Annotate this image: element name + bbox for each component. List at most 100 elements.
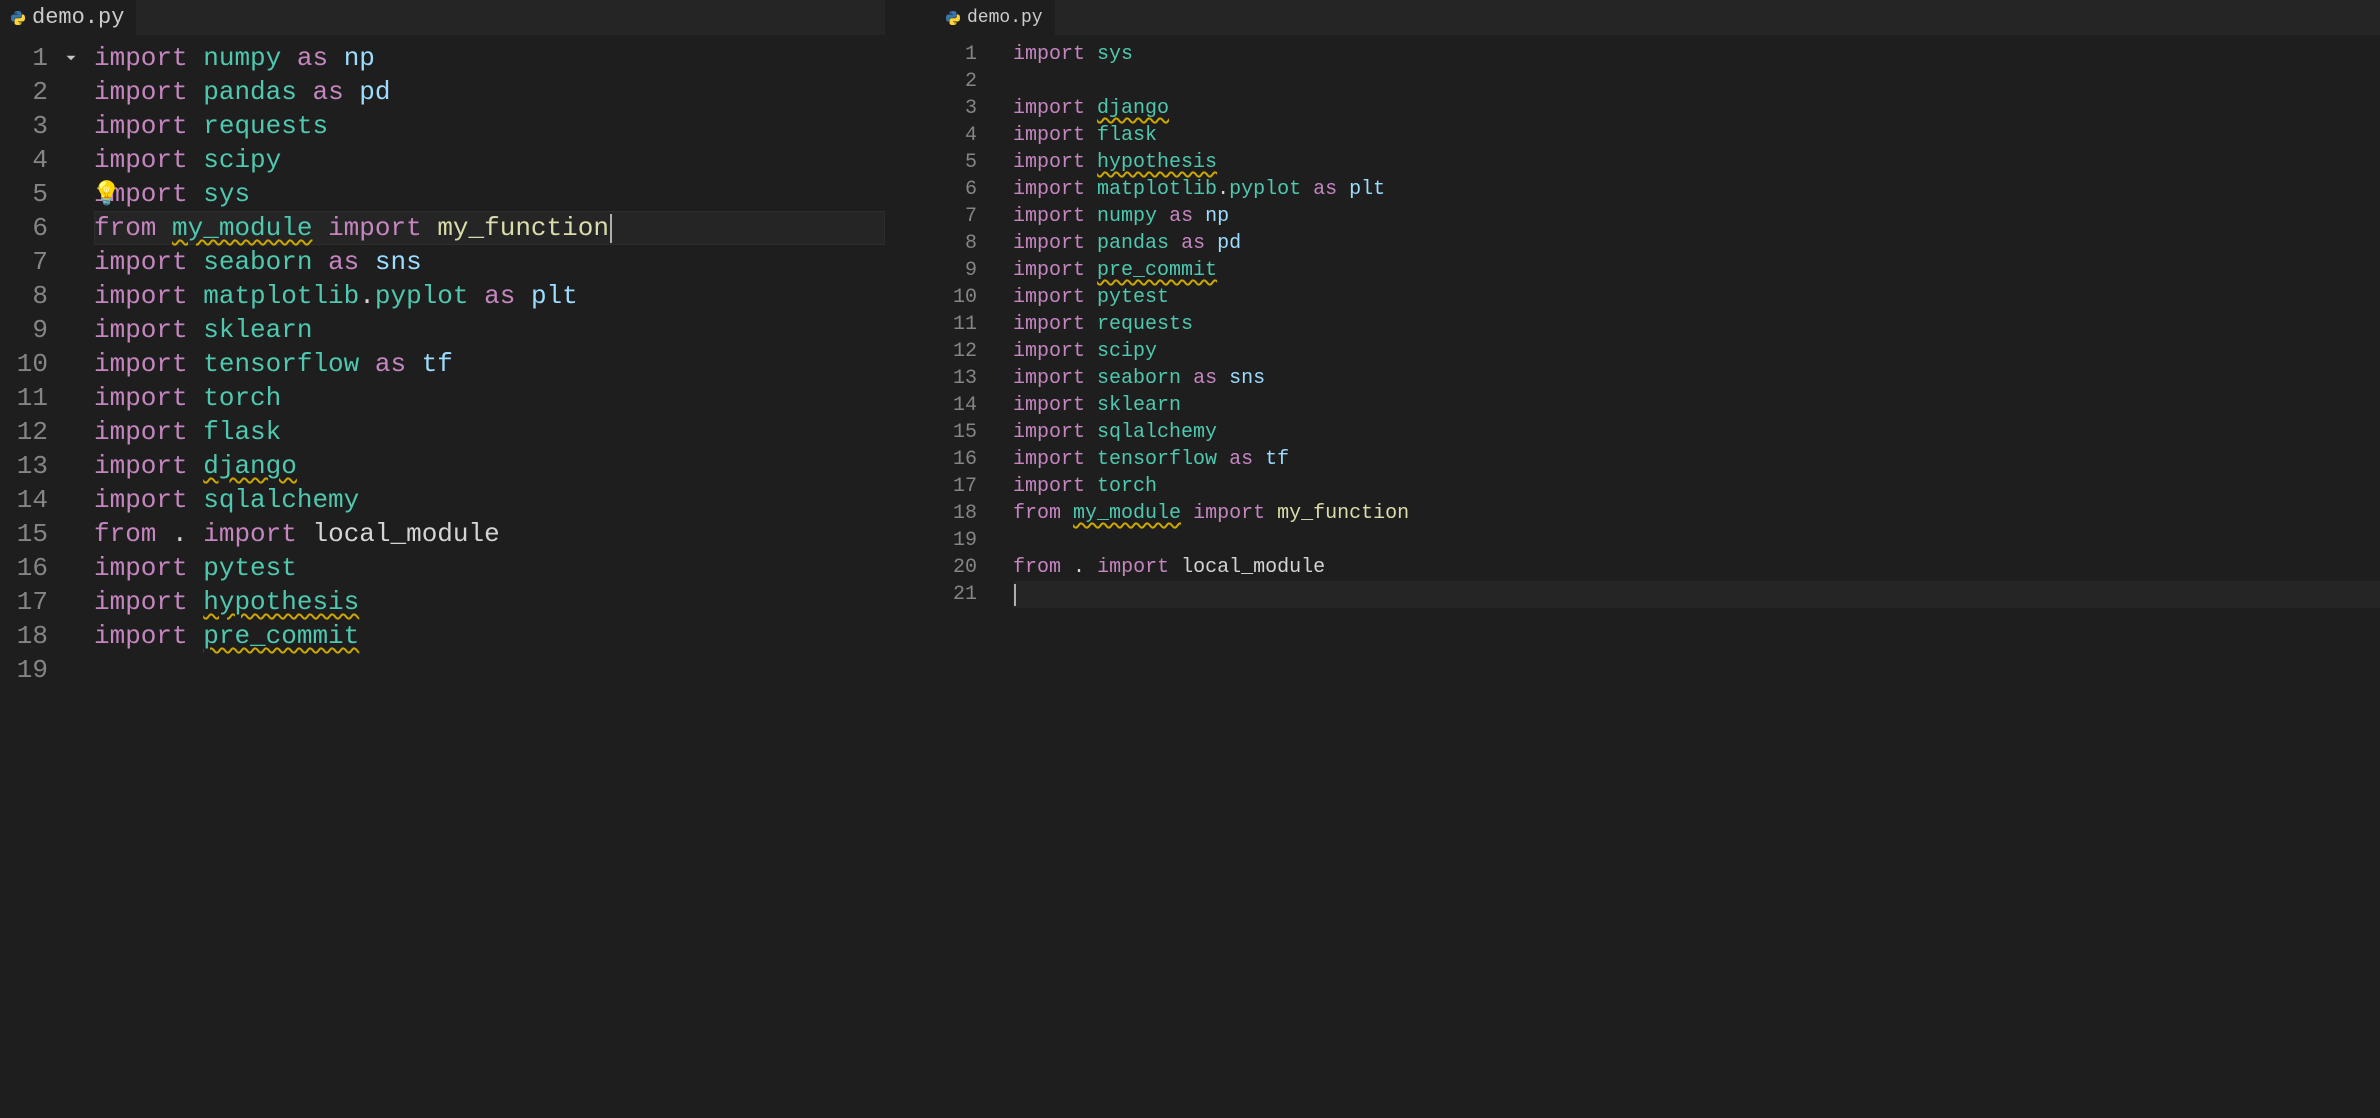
- line-number[interactable]: 16: [0, 551, 58, 585]
- line-number[interactable]: 19: [0, 653, 58, 687]
- line-number[interactable]: 10: [0, 347, 58, 381]
- code-line[interactable]: from my_module import my_function: [1013, 500, 2380, 527]
- code-line[interactable]: import requests: [1013, 311, 2380, 338]
- code-line[interactable]: import sqlalchemy: [1013, 419, 2380, 446]
- line-number[interactable]: 6: [935, 176, 987, 203]
- tab-filename: demo.py: [32, 5, 124, 30]
- code-line[interactable]: import scipy: [94, 143, 885, 177]
- code-line[interactable]: import scipy: [1013, 338, 2380, 365]
- code-line[interactable]: import pre_commit: [1013, 257, 2380, 284]
- code-line[interactable]: from . import local_module: [94, 517, 885, 551]
- line-number[interactable]: 21: [935, 581, 987, 608]
- code-area[interactable]: 12345678910111213141516171819 import num…: [0, 35, 885, 1118]
- code-line[interactable]: import numpy as np: [1013, 203, 2380, 230]
- code-line[interactable]: import tensorflow as tf: [1013, 446, 2380, 473]
- code-line[interactable]: import hypothesis: [1013, 149, 2380, 176]
- code-line[interactable]: import pandas as pd: [1013, 230, 2380, 257]
- lightbulb-icon[interactable]: 💡: [92, 179, 121, 213]
- line-number[interactable]: 15: [935, 419, 987, 446]
- code-line[interactable]: import pytest: [94, 551, 885, 585]
- line-number[interactable]: 1: [935, 41, 987, 68]
- line-number[interactable]: 2: [935, 68, 987, 95]
- line-number[interactable]: 5: [0, 177, 58, 211]
- code-line[interactable]: [94, 653, 885, 687]
- code-line[interactable]: import django: [94, 449, 885, 483]
- code-line[interactable]: import matplotlib.pyplot as plt: [1013, 176, 2380, 203]
- line-number[interactable]: 11: [935, 311, 987, 338]
- code-token: [1169, 232, 1181, 255]
- code-line[interactable]: import sklearn: [1013, 392, 2380, 419]
- line-number[interactable]: 3: [935, 95, 987, 122]
- code-token: as: [484, 281, 515, 311]
- code-line[interactable]: import seaborn as sns: [1013, 365, 2380, 392]
- line-number[interactable]: 10: [935, 284, 987, 311]
- line-number[interactable]: 17: [935, 473, 987, 500]
- line-number[interactable]: 7: [935, 203, 987, 230]
- line-number[interactable]: 18: [935, 500, 987, 527]
- code-content[interactable]: import numpy as npimport pandas as pdimp…: [58, 35, 885, 1118]
- line-number[interactable]: 9: [935, 257, 987, 284]
- code-token: [188, 417, 204, 447]
- line-number[interactable]: 12: [0, 415, 58, 449]
- code-token: [156, 213, 172, 243]
- line-number[interactable]: 11: [0, 381, 58, 415]
- code-line[interactable]: import django: [1013, 95, 2380, 122]
- code-line[interactable]: import requests: [94, 109, 885, 143]
- code-line[interactable]: import seaborn as sns: [94, 245, 885, 279]
- line-number[interactable]: 4: [0, 143, 58, 177]
- line-number[interactable]: 5: [935, 149, 987, 176]
- code-line[interactable]: import matplotlib.pyplot as plt: [94, 279, 885, 313]
- code-area[interactable]: 123456789101112131415161718192021 import…: [935, 35, 2380, 1118]
- line-number[interactable]: 20: [935, 554, 987, 581]
- code-line[interactable]: import tensorflow as tf: [94, 347, 885, 381]
- line-number[interactable]: 8: [0, 279, 58, 313]
- line-number[interactable]: 6: [0, 211, 58, 245]
- line-number-gutter[interactable]: 123456789101112131415161718192021: [935, 35, 987, 1118]
- line-number[interactable]: 2: [0, 75, 58, 109]
- code-line[interactable]: import flask: [94, 415, 885, 449]
- code-line[interactable]: import pytest: [1013, 284, 2380, 311]
- code-line[interactable]: from . import local_module: [1013, 554, 2380, 581]
- line-number[interactable]: 13: [0, 449, 58, 483]
- code-line[interactable]: [1013, 527, 2380, 554]
- code-line[interactable]: import torch: [1013, 473, 2380, 500]
- code-line[interactable]: [1013, 581, 2380, 608]
- line-number[interactable]: 18: [0, 619, 58, 653]
- code-line[interactable]: import sqlalchemy: [94, 483, 885, 517]
- line-number[interactable]: 17: [0, 585, 58, 619]
- code-line[interactable]: import torch: [94, 381, 885, 415]
- line-number[interactable]: 14: [935, 392, 987, 419]
- line-number-gutter[interactable]: 12345678910111213141516171819: [0, 35, 58, 1118]
- line-number[interactable]: 9: [0, 313, 58, 347]
- code-token: [1265, 502, 1277, 525]
- code-line[interactable]: import hypothesis: [94, 585, 885, 619]
- line-number[interactable]: 19: [935, 527, 987, 554]
- line-number[interactable]: 13: [935, 365, 987, 392]
- line-number[interactable]: 7: [0, 245, 58, 279]
- code-token: pyplot: [1229, 178, 1301, 201]
- code-token: [1085, 43, 1097, 66]
- line-number[interactable]: 12: [935, 338, 987, 365]
- code-line[interactable]: import numpy as np: [94, 41, 885, 75]
- code-line[interactable]: import flask: [1013, 122, 2380, 149]
- file-tab[interactable]: demo.py: [935, 0, 1055, 35]
- line-number[interactable]: 15: [0, 517, 58, 551]
- code-line[interactable]: import sys: [1013, 41, 2380, 68]
- code-token: .: [359, 281, 375, 311]
- file-tab[interactable]: demo.py: [0, 0, 136, 35]
- code-line[interactable]: import pandas as pd: [94, 75, 885, 109]
- code-token: import: [94, 315, 188, 345]
- line-number[interactable]: 14: [0, 483, 58, 517]
- code-line[interactable]: import sklearn: [94, 313, 885, 347]
- code-line[interactable]: import pre_commit: [94, 619, 885, 653]
- code-content[interactable]: import sysimport djangoimport flaskimpor…: [987, 35, 2380, 1118]
- code-line[interactable]: from my_module import my_function: [94, 211, 885, 245]
- line-number[interactable]: 1: [0, 41, 58, 75]
- code-line[interactable]: 💡import sys: [94, 177, 885, 211]
- line-number[interactable]: 4: [935, 122, 987, 149]
- line-number[interactable]: 8: [935, 230, 987, 257]
- code-line[interactable]: [1013, 68, 2380, 95]
- line-number[interactable]: 16: [935, 446, 987, 473]
- line-number[interactable]: 3: [0, 109, 58, 143]
- code-token: [1085, 340, 1097, 363]
